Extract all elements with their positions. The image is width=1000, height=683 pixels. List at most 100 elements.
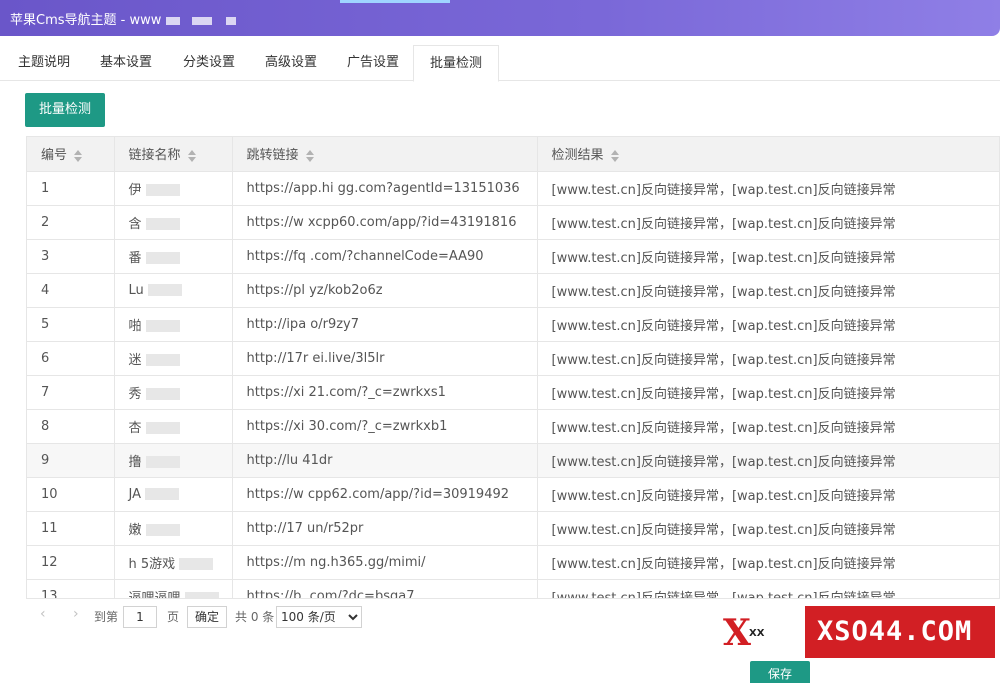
prev-page-icon[interactable]: ‹ [40,606,46,622]
watermark-logo: X XX [695,606,805,658]
table-row: 10 JA https://w cpp62.com/app/?id=30919492… [27,477,999,512]
link-check-table: 编号 链接名称 跳转链接 检测结果 1 伊 https://app.hi gg.co… [26,136,1000,635]
redaction-blur [145,252,180,264]
cell-check-result: [www.test.cn]反向链接异常，[wap.test.cn]反向链接异常 [537,307,999,342]
cell-link-name: 伊 [114,171,233,206]
sort-icon[interactable] [305,149,315,162]
cell-redirect-url: https://xi 21.com/?_c=zwrkxs1 [232,375,538,410]
cell-check-result: [www.test.cn]反向链接异常，[wap.test.cn]反向链接异常 [537,341,999,376]
table-row: 12 h 5游戏 https://m ng.h365.gg/mimi/[www.te… [27,545,999,580]
settings-tabs: 主题说明 基本设置 分类设置 高级设置 广告设置 批量检测 [0,45,1000,82]
table-row: 3 番 https://fq .com/?channelCode=AA90 [www.… [27,239,999,274]
cell-link-name: JA [114,477,233,512]
cell-link-name: 杏 [114,409,233,444]
tab-theme-info[interactable]: 主题说明 [2,45,86,81]
cell-id: 4 [27,273,115,308]
sort-icon[interactable] [610,149,620,162]
title-redaction [226,16,237,25]
table-row: 4 Lu https://pl yz/kob2o6z [www.test.cn]反向链… [27,273,999,308]
cell-id: 6 [27,341,115,376]
redaction-blur [145,388,180,400]
redaction-blur [145,422,180,434]
cell-check-result: [www.test.cn]反向链接异常，[wap.test.cn]反向链接异常 [537,205,999,240]
cell-check-result: [www.test.cn]反向链接异常，[wap.test.cn]反向链接异常 [537,171,999,206]
table-row: 1 伊 https://app.hi gg.com?agentId=13151036… [27,171,999,206]
tab-category-settings[interactable]: 分类设置 [167,45,251,81]
cell-redirect-url: https://w xcpp60.com/app/?id=43191816 [232,205,538,240]
table-row: 11 嫩 http://17 un/r52pr [www.test.cn]反向链接异常… [27,511,999,546]
cell-id: 5 [27,307,115,342]
cell-link-name: 迷 [114,341,233,376]
cell-check-result: [www.test.cn]反向链接异常，[wap.test.cn]反向链接异常 [537,443,999,478]
column-header-url[interactable]: 跳转链接 [232,137,538,172]
column-header-result[interactable]: 检测结果 [537,137,999,172]
cell-check-result: [www.test.cn]反向链接异常，[wap.test.cn]反向链接异常 [537,273,999,308]
cell-id: 7 [27,375,115,410]
table-row: 6 迷 http://17r ei.live/3l5lr [www.test.cn]反… [27,341,999,376]
tab-batch-check[interactable]: 批量检测 [413,45,500,82]
table-row: 8 杏 https://xi 30.com/?_c=zwrkxb1 [www.test… [27,409,999,444]
tab-basic-settings[interactable]: 基本设置 [84,45,168,81]
cell-check-result: [www.test.cn]反向链接异常，[wap.test.cn]反向链接异常 [537,239,999,274]
cell-link-name: 啪 [114,307,233,342]
table-body: 1 伊 https://app.hi gg.com?agentId=13151036… [27,171,999,614]
cell-link-name: 撸 [114,443,233,478]
titlebar-accent [340,0,450,3]
goto-confirm-button[interactable]: 确定 [187,606,228,628]
tab-advanced-settings[interactable]: 高级设置 [249,45,333,81]
cell-id: 1 [27,171,115,206]
cell-link-name: 含 [114,205,233,240]
redaction-blur [145,456,180,468]
sort-icon[interactable] [187,149,197,162]
next-page-icon[interactable]: › [73,606,79,622]
table-row: 2 含 https://w xcpp60.com/app/?id=43191816[… [27,205,999,240]
redaction-blur [145,218,180,230]
column-header-name[interactable]: 链接名称 [114,137,233,172]
cell-id: 12 [27,545,115,580]
redaction-blur [145,184,180,196]
cell-id: 3 [27,239,115,274]
redaction-blur [179,558,214,570]
cell-check-result: [www.test.cn]反向链接异常，[wap.test.cn]反向链接异常 [537,409,999,444]
redaction-blur [145,488,179,500]
page-size-select[interactable]: 100 条/页 [276,606,362,628]
page-unit-label: 页 [167,610,180,624]
cell-redirect-url: https://fq .com/?channelCode=AA90 [232,239,538,274]
tab-ad-settings[interactable]: 广告设置 [331,45,415,81]
total-count: 共 0 条 [235,610,275,624]
table-row: 7 秀 https://xi 21.com/?_c=zwrkxs1 [www.test… [27,375,999,410]
cell-link-name: 番 [114,239,233,274]
table-row: 9 撸 http://lu 41dr [www.test.cn]反向链接异常，[wap… [27,443,999,478]
cell-redirect-url: http://17r ei.live/3l5lr [232,341,538,376]
cell-redirect-url: http://lu 41dr [232,443,538,478]
cell-link-name: Lu [114,273,233,308]
batch-check-button[interactable]: 批量检测 [25,93,105,127]
page-number-input[interactable] [123,606,157,628]
title-redaction [166,16,181,25]
cell-link-name: h 5游戏 [114,545,233,580]
cell-redirect-url: https://xi 30.com/?_c=zwrkxb1 [232,409,538,444]
cell-check-result: [www.test.cn]反向链接异常，[wap.test.cn]反向链接异常 [537,545,999,580]
cell-redirect-url: http://ipa o/r9zy7 [232,307,538,342]
window-titlebar: 苹果Cms导航主题 - www [0,0,1000,36]
watermark-site: XSO44.COM [817,616,973,647]
redaction-blur [145,354,180,366]
window-title: 苹果Cms导航主题 - www [10,9,237,28]
cell-redirect-url: https://app.hi gg.com?agentId=13151036 [232,171,538,206]
cell-link-name: 秀 [114,375,233,410]
cell-id: 8 [27,409,115,444]
cell-redirect-url: https://pl yz/kob2o6z [232,273,538,308]
redaction-blur [145,320,180,332]
table-row: 5 啪 http://ipa o/r9zy7 [www.test.cn]反向链接异常，… [27,307,999,342]
sort-icon[interactable] [73,149,83,162]
column-header-id[interactable]: 编号 [27,137,115,172]
cell-check-result: [www.test.cn]反向链接异常，[wap.test.cn]反向链接异常 [537,477,999,512]
save-button[interactable]: 保存 [750,661,810,683]
cell-id: 9 [27,443,115,478]
goto-label: 到第 [94,610,119,624]
cell-redirect-url: https://m ng.h365.gg/mimi/ [232,545,538,580]
cell-check-result: [www.test.cn]反向链接异常，[wap.test.cn]反向链接异常 [537,375,999,410]
cell-link-name: 嫩 [114,511,233,546]
cell-id: 2 [27,205,115,240]
redaction-blur [147,284,182,296]
